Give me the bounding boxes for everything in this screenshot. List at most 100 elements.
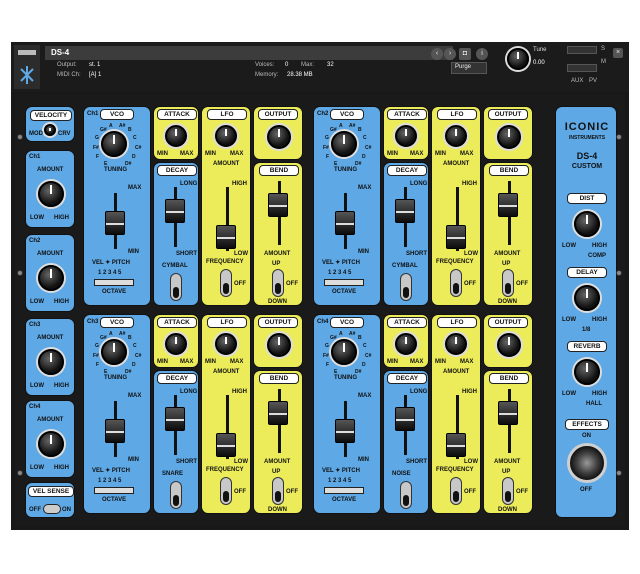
decay-fader[interactable] bbox=[165, 407, 185, 431]
volume-slider[interactable] bbox=[567, 46, 597, 54]
tune-knob[interactable] bbox=[507, 48, 529, 70]
bend-direction-toggle[interactable] bbox=[502, 269, 514, 297]
output-knob[interactable] bbox=[497, 333, 521, 357]
octave-values: 1 2 3 4 5 bbox=[98, 270, 122, 276]
master-panel: ICONIC INSTRUMENTS DS-4 CUSTOM DIST LOW … bbox=[555, 106, 617, 518]
vco-scale-label: G bbox=[95, 135, 99, 141]
close-icon[interactable]: × bbox=[613, 48, 623, 58]
vel-pitch-fader[interactable] bbox=[105, 211, 125, 235]
output-value[interactable]: st. 1 bbox=[89, 62, 100, 68]
decay-tag: DECAY bbox=[157, 373, 197, 384]
lfo-low: LOW bbox=[464, 459, 478, 465]
camera-icon[interactable]: ◘ bbox=[459, 48, 471, 60]
decay-fader[interactable] bbox=[395, 199, 415, 223]
dist-comp[interactable]: COMP bbox=[588, 253, 606, 259]
bend-amount-fader[interactable] bbox=[268, 401, 288, 425]
info-icon[interactable]: i bbox=[476, 48, 488, 60]
vel-pitch-fader[interactable] bbox=[105, 419, 125, 443]
max-value[interactable]: 32 bbox=[327, 62, 334, 68]
vel-sense-toggle[interactable] bbox=[43, 504, 61, 514]
delay-time[interactable]: 1/8 bbox=[582, 327, 590, 333]
channel-amount-knob[interactable] bbox=[38, 431, 64, 457]
lfo-frequency-label: FREQUENCY bbox=[436, 467, 474, 473]
channel-amount-knob[interactable] bbox=[38, 265, 64, 291]
effects-button[interactable] bbox=[567, 443, 607, 483]
lfo-wave-toggle[interactable] bbox=[450, 477, 462, 505]
output-knob[interactable] bbox=[267, 333, 291, 357]
lfo-wave-toggle[interactable] bbox=[450, 269, 462, 297]
vco-tuning-knob[interactable] bbox=[331, 339, 357, 365]
max-label: Max: bbox=[301, 62, 315, 68]
bend-amount-fader[interactable] bbox=[498, 193, 518, 217]
pv-label[interactable]: PV bbox=[589, 78, 597, 84]
vco-scale-label: D bbox=[362, 362, 366, 368]
lfo-amount-knob[interactable] bbox=[215, 125, 237, 147]
lfo-amount-knob[interactable] bbox=[215, 333, 237, 355]
bend-off: OFF bbox=[286, 281, 298, 287]
m-label[interactable]: M bbox=[601, 59, 606, 65]
vco-scale-label: A# bbox=[349, 331, 356, 337]
octave-switch[interactable] bbox=[94, 487, 134, 494]
decay-fader[interactable] bbox=[165, 199, 185, 223]
channel-amount-knob[interactable] bbox=[38, 349, 64, 375]
lfo-frequency-fader[interactable] bbox=[216, 433, 236, 457]
voices-label: Voices: bbox=[255, 62, 275, 68]
output-knob[interactable] bbox=[267, 125, 291, 149]
prev-arrow-icon[interactable]: ‹ bbox=[431, 48, 443, 60]
noise-type-toggle[interactable] bbox=[170, 481, 182, 509]
octave-switch[interactable] bbox=[94, 279, 134, 286]
lfo-wave-toggle[interactable] bbox=[220, 269, 232, 297]
decay-fader[interactable] bbox=[395, 407, 415, 431]
decay-short: SHORT bbox=[176, 251, 197, 257]
attack-knob[interactable] bbox=[165, 333, 187, 355]
noise-type-toggle[interactable] bbox=[170, 273, 182, 301]
vco-tuning-knob[interactable] bbox=[331, 131, 357, 157]
next-arrow-icon[interactable]: › bbox=[444, 48, 456, 60]
vel-pitch-fader[interactable] bbox=[335, 419, 355, 443]
channel-high-label: HIGH bbox=[54, 383, 69, 389]
instrument-icon[interactable] bbox=[14, 45, 40, 89]
channel-low-label: LOW bbox=[30, 383, 44, 389]
noise-type-toggle[interactable] bbox=[400, 481, 412, 509]
aux-label[interactable]: AUX bbox=[571, 78, 583, 84]
pan-slider[interactable] bbox=[567, 64, 597, 72]
channel-amount-knob[interactable] bbox=[38, 181, 64, 207]
dist-knob[interactable] bbox=[574, 211, 600, 237]
output-knob[interactable] bbox=[497, 125, 521, 149]
velocity-mode-switch[interactable] bbox=[44, 124, 56, 136]
attack-knob[interactable] bbox=[165, 125, 187, 147]
lfo-frequency-fader[interactable] bbox=[446, 433, 466, 457]
attack-knob[interactable] bbox=[395, 333, 417, 355]
reverb-knob[interactable] bbox=[574, 359, 600, 385]
purge-button[interactable]: Purge bbox=[451, 62, 487, 74]
noise-type-label: CYMBAL bbox=[392, 263, 418, 269]
lfo-frequency-fader[interactable] bbox=[446, 225, 466, 249]
dist-high: HIGH bbox=[592, 243, 607, 249]
octave-switch[interactable] bbox=[324, 279, 364, 286]
reverb-hall[interactable]: HALL bbox=[586, 401, 602, 407]
bend-direction-toggle[interactable] bbox=[502, 477, 514, 505]
noise-type-toggle[interactable] bbox=[400, 273, 412, 301]
channel-amount-panel: Ch4 AMOUNT LOW HIGH bbox=[25, 400, 75, 478]
s-label[interactable]: S bbox=[601, 46, 605, 52]
lfo-amount-knob[interactable] bbox=[445, 125, 467, 147]
instrument-name[interactable]: DS-4 bbox=[45, 46, 453, 60]
vco-tuning-knob[interactable] bbox=[101, 339, 127, 365]
attack-knob[interactable] bbox=[395, 125, 417, 147]
lfo-amount-knob[interactable] bbox=[445, 333, 467, 355]
delay-knob[interactable] bbox=[574, 285, 600, 311]
bend-direction-toggle[interactable] bbox=[272, 269, 284, 297]
midi-value[interactable]: [A] 1 bbox=[89, 72, 101, 78]
vel-pitch-fader[interactable] bbox=[335, 211, 355, 235]
vco-tuning-knob[interactable] bbox=[101, 131, 127, 157]
bend-amount-fader[interactable] bbox=[268, 193, 288, 217]
bend-direction-toggle[interactable] bbox=[272, 477, 284, 505]
lfo-frequency-fader[interactable] bbox=[216, 225, 236, 249]
bend-amount-fader[interactable] bbox=[498, 401, 518, 425]
octave-switch[interactable] bbox=[324, 487, 364, 494]
bend-up: UP bbox=[502, 469, 511, 475]
vco-scale-label: G bbox=[325, 135, 329, 141]
lfo-wave-toggle[interactable] bbox=[220, 477, 232, 505]
vco-panel: Ch3 VCO E F F# G G# A A# B C C# D D# TUNING MAX MIN… bbox=[83, 314, 151, 514]
product-name: DS-4 bbox=[576, 151, 598, 161]
